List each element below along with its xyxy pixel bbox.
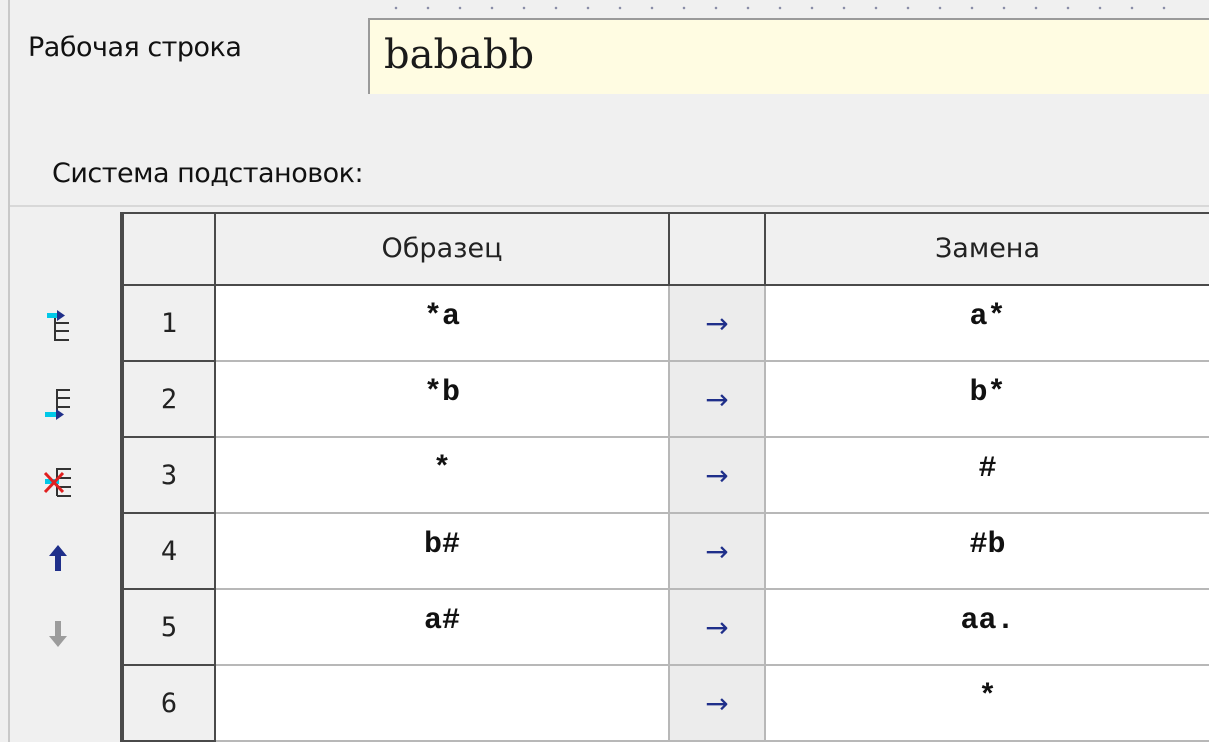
table-row: 4 b# → #b	[120, 514, 1209, 590]
table-row: 5 a# → aa.	[120, 590, 1209, 666]
replacement-cell[interactable]: #b	[766, 514, 1209, 590]
substitution-system-label: Система подстановок:	[52, 158, 364, 189]
arrow-cell[interactable]: →	[670, 590, 766, 666]
table-row: 1 *a → a*	[120, 286, 1209, 362]
move-up-icon	[49, 545, 67, 571]
header-replacement[interactable]: Замена	[766, 212, 1209, 286]
row-number[interactable]: 2	[124, 362, 216, 438]
insert-row-after-button[interactable]	[38, 384, 78, 424]
replacement-cell[interactable]: #	[766, 438, 1209, 514]
row-number[interactable]: 1	[124, 286, 216, 362]
move-down-button[interactable]	[38, 614, 78, 654]
header-num	[124, 212, 216, 286]
move-up-button[interactable]	[38, 538, 78, 578]
delete-row-button[interactable]	[38, 462, 78, 502]
table-row: 6 → *	[120, 666, 1209, 742]
grid-left-border	[120, 212, 124, 742]
table-row: 3 * → #	[120, 438, 1209, 514]
pattern-cell[interactable]: *a	[216, 286, 670, 362]
move-down-icon	[49, 621, 67, 647]
arrow-cell[interactable]: →	[670, 514, 766, 590]
replacement-cell[interactable]: b*	[766, 362, 1209, 438]
row-number[interactable]: 5	[124, 590, 216, 666]
work-string-input[interactable]: bababb	[368, 18, 1209, 94]
insert-row-after-icon	[45, 389, 70, 420]
pattern-cell[interactable]: *	[216, 438, 670, 514]
replacement-cell[interactable]: aa.	[766, 590, 1209, 666]
arrow-cell[interactable]: →	[670, 438, 766, 514]
table-row: 2 *b → b*	[120, 362, 1209, 438]
top-ruler	[380, 6, 1180, 10]
arrow-cell[interactable]: →	[670, 666, 766, 742]
insert-row-before-icon	[47, 310, 69, 341]
work-string-label: Рабочая строка	[28, 32, 242, 63]
pattern-cell[interactable]: a#	[216, 590, 670, 666]
row-number[interactable]: 6	[124, 666, 216, 742]
markov-algorithm-editor: Рабочая строка bababb Система подстаново…	[0, 0, 1209, 742]
insert-row-before-button[interactable]	[38, 306, 78, 346]
arrow-cell[interactable]: →	[670, 286, 766, 362]
row-number[interactable]: 4	[124, 514, 216, 590]
pattern-cell[interactable]	[216, 666, 670, 742]
left-frame-border	[8, 0, 10, 742]
pattern-cell[interactable]: b#	[216, 514, 670, 590]
delete-row-icon	[43, 468, 71, 497]
pattern-cell[interactable]: *b	[216, 362, 670, 438]
row-number[interactable]: 3	[124, 438, 216, 514]
section-divider	[10, 205, 1209, 207]
replacement-cell[interactable]: a*	[766, 286, 1209, 362]
grid-top-border	[120, 212, 1209, 214]
header-pattern[interactable]: Образец	[216, 212, 670, 286]
header-arrow	[670, 212, 766, 286]
replacement-cell[interactable]: *	[766, 666, 1209, 742]
substitution-table: Образец Замена 1 *a → a* 2 *b → b* 3 * →…	[120, 212, 1209, 742]
arrow-cell[interactable]: →	[670, 362, 766, 438]
